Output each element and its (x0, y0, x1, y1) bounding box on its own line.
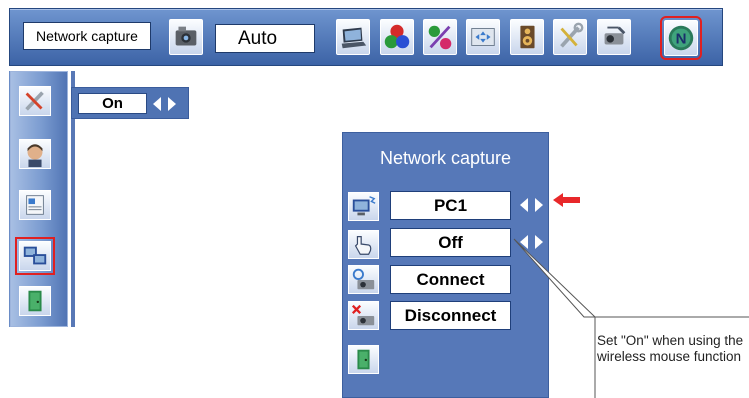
hand-pointer-icon[interactable] (348, 230, 379, 259)
color-balls-icon[interactable] (380, 19, 414, 55)
network-capture-panel: Network capture PC1 Off Connect Disconne… (342, 132, 549, 398)
svg-text:N: N (676, 31, 687, 48)
setting-value: On (78, 93, 147, 114)
laptop-icon[interactable] (336, 19, 370, 55)
wrench-icon[interactable] (19, 86, 51, 116)
left-right-arrows-icon[interactable] (517, 197, 549, 213)
exit-door-icon[interactable] (348, 345, 379, 374)
camera-icon[interactable] (169, 19, 203, 55)
left-right-arrows-icon[interactable] (150, 96, 182, 112)
connect-button[interactable]: Connect (390, 265, 511, 294)
setting-selector[interactable]: On (71, 87, 189, 119)
color-adjust-icon[interactable] (423, 19, 457, 55)
left-right-arrows-icon[interactable] (517, 234, 549, 250)
network-capture-icon[interactable] (15, 237, 55, 275)
document-icon[interactable] (19, 190, 51, 220)
red-pointer-arrow-icon (553, 192, 581, 208)
input-source-field[interactable]: PC1 (390, 191, 511, 220)
connect-icon[interactable] (348, 265, 379, 294)
projector-icon[interactable] (597, 19, 631, 55)
wrench-icon[interactable] (553, 19, 587, 55)
exit-door-icon[interactable] (19, 286, 51, 316)
callout-note: Set "On" when using the wireless mouse f… (597, 333, 744, 364)
submenu-column (9, 71, 75, 327)
menu-title-label: Network capture (23, 22, 151, 50)
disconnect-icon[interactable] (348, 301, 379, 330)
network-n-icon[interactable]: N (660, 16, 702, 60)
mouse-function-field[interactable]: Off (390, 228, 511, 257)
monitor-icon[interactable] (348, 192, 379, 221)
disconnect-button[interactable]: Disconnect (390, 301, 511, 330)
topbar-mode-value[interactable]: Auto (215, 24, 315, 53)
screen-icon[interactable] (466, 19, 500, 55)
panel-title: Network capture (379, 148, 512, 168)
speaker-icon[interactable] (510, 19, 544, 55)
person-head-icon[interactable] (19, 139, 51, 169)
top-menu-bar: Network capture Auto N (9, 8, 723, 66)
